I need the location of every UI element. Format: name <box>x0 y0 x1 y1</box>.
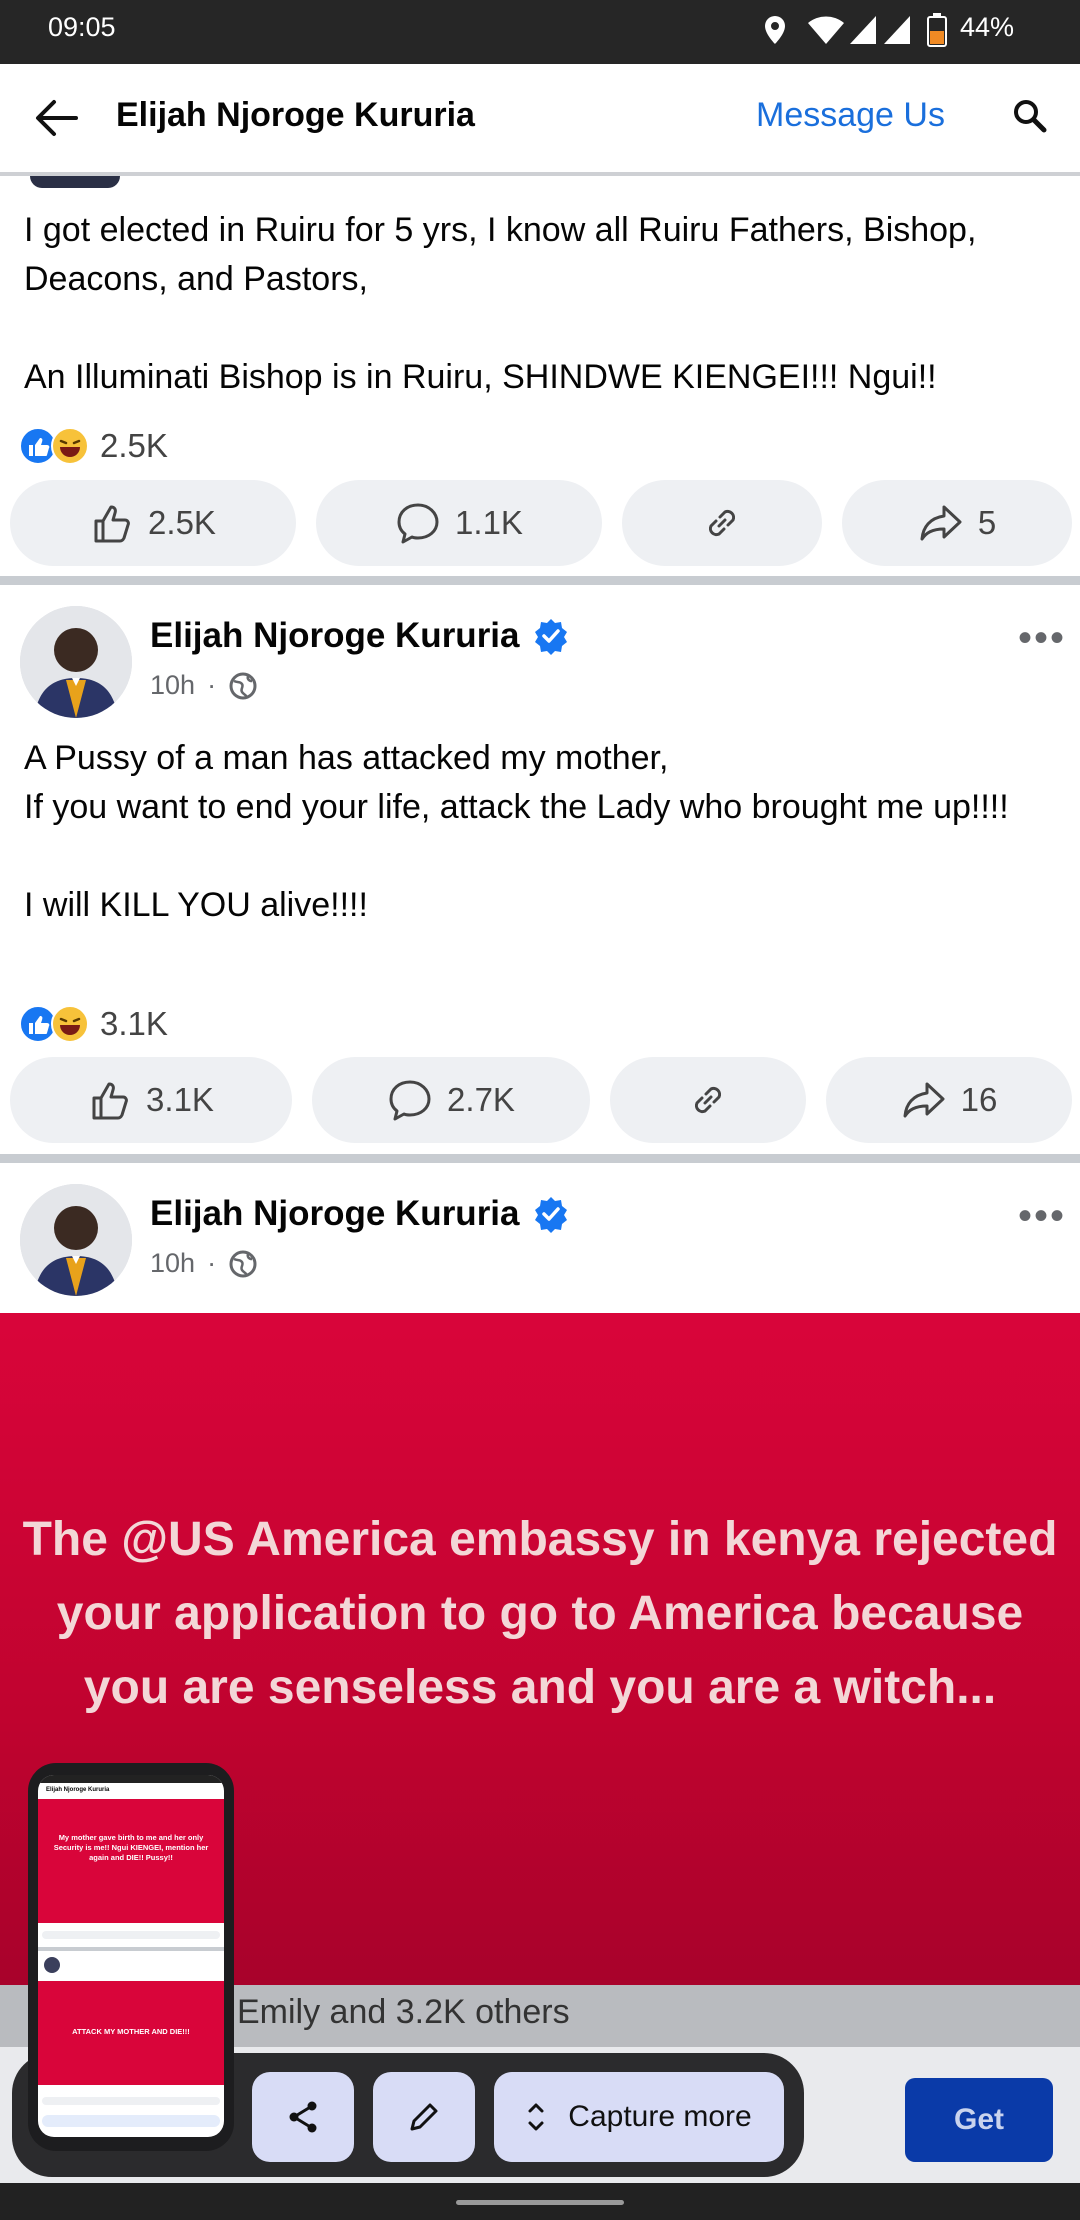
thumbs-up-icon <box>92 1082 128 1120</box>
status-bar: 09:05 44% <box>0 0 1080 64</box>
share-nodes-icon <box>289 2101 317 2133</box>
thumbs-up-icon <box>94 505 130 543</box>
post2-meta: 10h · <box>150 670 258 701</box>
post2-like-button[interactable]: 3.1K <box>10 1057 292 1143</box>
meta-separator-dot: · <box>207 1248 217 1278</box>
share-icon <box>920 505 962 541</box>
battery-percent: 44% <box>959 12 1014 42</box>
post1-comment-button[interactable]: 1.1K <box>316 480 602 566</box>
link-icon <box>694 1086 722 1114</box>
comment-icon <box>389 1080 431 1121</box>
post1-comment-count: 1.1K <box>455 504 523 541</box>
thumbnail-avatar <box>44 1957 60 1973</box>
post2-author-row[interactable]: Elijah Njoroge Kururia <box>150 616 570 656</box>
post3-time: 10h <box>150 1248 196 1278</box>
post2-comment-button[interactable]: 2.7K <box>312 1057 590 1143</box>
post2-reactions[interactable]: 3.1K <box>18 1004 168 1044</box>
haha-reaction-icon <box>51 427 89 465</box>
share-icon <box>903 1082 945 1118</box>
expand-vertical-icon <box>528 2103 544 2131</box>
pencil-icon <box>410 2103 438 2131</box>
thumbnail-actions-2 <box>42 2097 220 2105</box>
more-options-icon[interactable]: ••• <box>1018 1194 1066 1239</box>
battery-icon <box>927 13 947 47</box>
post2-share-button[interactable]: 16 <box>826 1057 1072 1143</box>
avatar[interactable] <box>20 606 132 718</box>
post3-meta: 10h · <box>150 1248 258 1279</box>
author-photo-icon <box>20 1184 132 1296</box>
post2-reaction-count: 3.1K <box>100 1005 168 1042</box>
post1-reactions[interactable]: 2.5K <box>18 426 168 466</box>
capture-more-label: Capture more <box>568 2100 752 2133</box>
post2-share-count: 16 <box>960 1081 998 1118</box>
screenshot-thumbnail[interactable]: Elijah Njoroge Kururia My mother gave bi… <box>28 1763 234 2151</box>
post1-share-button[interactable]: 5 <box>842 480 1072 566</box>
author-photo-icon <box>20 606 132 718</box>
signal-icon-2 <box>884 16 910 44</box>
share-screenshot-button[interactable] <box>252 2072 354 2162</box>
message-us-button[interactable]: Message Us <box>756 96 945 135</box>
verified-badge-icon <box>534 1197 567 1233</box>
post1-like-count: 2.5K <box>148 504 216 541</box>
thumbnail-header-title: Elijah Njoroge Kururia <box>46 1787 110 1793</box>
verified-badge-icon <box>534 619 567 655</box>
wifi-icon <box>808 16 844 44</box>
page-header: Elijah Njoroge Kururia Message Us <box>0 64 1080 176</box>
get-button[interactable]: Get <box>905 2078 1053 2162</box>
globe-icon <box>229 1250 257 1277</box>
post1-share-count: 5 <box>977 504 997 541</box>
thumbnail-screen: Elijah Njoroge Kururia My mother gave bi… <box>38 1775 224 2137</box>
back-arrow-icon[interactable] <box>34 98 78 138</box>
post-divider <box>0 1154 1080 1163</box>
home-gesture-handle[interactable] <box>456 2200 624 2205</box>
globe-icon <box>229 672 257 699</box>
post3-author-name[interactable]: Elijah Njoroge Kururia <box>150 1194 520 1234</box>
thumbnail-divider <box>38 1947 224 1951</box>
thumbnail-banner-1-text: My mother gave birth to me and her only … <box>53 1833 209 1862</box>
post2-comment-count: 2.7K <box>447 1081 515 1118</box>
post1-copy-link-button[interactable] <box>622 480 822 566</box>
post2-author-name[interactable]: Elijah Njoroge Kururia <box>150 616 520 656</box>
post3-banner-text: The @US America embassy in kenya rejecte… <box>22 1513 1058 1714</box>
capture-more-button[interactable]: Capture more <box>494 2072 784 2162</box>
thumbnail-banner-2: ATTACK MY MOTHER AND DIE!!! <box>38 1981 224 2085</box>
location-icon <box>765 16 785 44</box>
meta-separator-dot: · <box>207 670 217 700</box>
post2-copy-link-button[interactable] <box>610 1057 806 1143</box>
thumbnail-banner-1: My mother gave birth to me and her only … <box>38 1799 224 1923</box>
system-nav-bar <box>0 2183 1080 2220</box>
post3-likes-line: Emily and 3.2K others <box>237 1993 570 2031</box>
post1-like-button[interactable]: 2.5K <box>10 480 296 566</box>
thumbnail-status-bar <box>38 1775 224 1783</box>
thumbnail-actions-1 <box>42 1931 220 1939</box>
get-button-label: Get <box>953 2103 1004 2136</box>
avatar-partial <box>30 176 120 188</box>
thumbnail-banner-2-text: ATTACK MY MOTHER AND DIE!!! <box>72 2027 190 2036</box>
avatar[interactable] <box>20 1184 132 1296</box>
signal-icon <box>850 16 876 44</box>
page-title: Elijah Njoroge Kururia <box>116 96 475 134</box>
post-divider <box>0 576 1080 585</box>
edit-screenshot-button[interactable] <box>373 2072 475 2162</box>
post2-text: A Pussy of a man has attacked my mother,… <box>24 739 1009 924</box>
comment-icon <box>397 503 439 544</box>
post2-time: 10h <box>150 670 196 700</box>
more-options-icon[interactable]: ••• <box>1018 616 1066 661</box>
post2-like-count: 3.1K <box>146 1081 214 1118</box>
search-icon[interactable] <box>1012 98 1048 134</box>
post1-text: I got elected in Ruiru for 5 yrs, I know… <box>24 211 977 396</box>
link-icon <box>708 509 736 537</box>
status-time: 09:05 <box>48 12 116 42</box>
thumbnail-bottom-bar <box>42 2115 220 2127</box>
post1-reaction-count: 2.5K <box>100 427 168 464</box>
post3-author-row[interactable]: Elijah Njoroge Kururia <box>150 1194 570 1234</box>
haha-reaction-icon <box>51 1005 89 1043</box>
